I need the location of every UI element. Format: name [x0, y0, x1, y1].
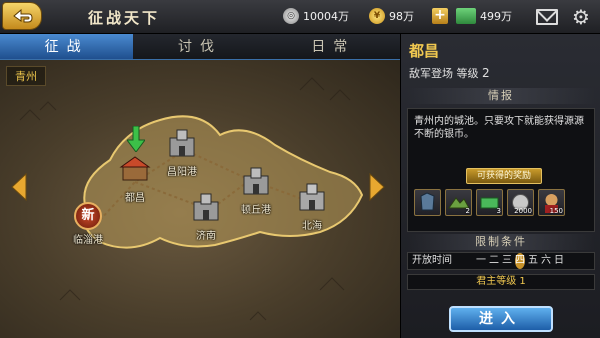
arrow-right-icon[interactable]	[368, 172, 386, 202]
new-badge: 新	[74, 202, 102, 230]
enter-button[interactable]: 进入	[449, 306, 553, 332]
silver-value: 10004万	[303, 10, 349, 23]
fort-icon	[169, 129, 195, 157]
cash-value: 499万	[480, 10, 512, 23]
day-sun: 日	[554, 255, 564, 266]
city-name: 昌阳港	[167, 167, 197, 178]
city-changyanggang[interactable]: 昌阳港	[152, 128, 212, 178]
info-text: 青州内的城池。只要攻下就能获得源源不断的银币。	[414, 116, 584, 140]
reward-label: 可获得的奖励	[466, 168, 542, 184]
reward-terrain[interactable]: 2	[445, 189, 472, 216]
info-header: 情报	[407, 88, 595, 104]
arrow-left-icon[interactable]	[10, 172, 28, 202]
day-fri: 五	[528, 255, 538, 266]
open-time-label: 开放时间	[412, 255, 452, 266]
reward-cash[interactable]: 3	[476, 189, 503, 216]
tab-bar: 征战 讨伐 日常	[0, 34, 400, 60]
city-beihai[interactable]: 北海	[282, 182, 342, 232]
page-title: 征战天下	[88, 9, 161, 27]
cash-counter: 499万	[456, 7, 512, 25]
world-map: 青州 都昌 昌阳港 顿丘港 济南 北海 新 临淄港	[0, 60, 400, 338]
day-mon: 一	[476, 255, 486, 266]
open-time-row: 开放时间 一 二 三 四 五 六 日	[407, 252, 595, 270]
current-position-arrow-icon	[127, 126, 145, 152]
camp-icon	[119, 156, 151, 181]
fort-icon	[193, 193, 219, 221]
reward-count: 2000	[514, 207, 532, 215]
back-button[interactable]	[2, 2, 42, 30]
plus-icon[interactable]: +	[432, 8, 448, 24]
tab-conquest[interactable]: 征战	[0, 34, 134, 59]
armor-icon	[420, 192, 435, 211]
city-info-panel: 都昌 敌军登场 等级 2 情报 青州内的城池。只要攻下就能获得源源不断的银币。 …	[400, 34, 600, 338]
gold-counter: ¥ 98万	[369, 7, 414, 25]
enemy-level-value: 2	[482, 66, 490, 80]
conditions-header: 限制条件	[407, 234, 595, 250]
city-name: 济南	[196, 231, 216, 242]
reward-list: 2 3 2000 150	[414, 189, 565, 216]
enemy-level: 敌军登场 等级 2	[409, 65, 490, 81]
city-linzigang[interactable]: 新 临淄港	[58, 202, 118, 246]
reward-silver[interactable]: 2000	[507, 189, 534, 216]
day-thu: 四	[515, 253, 525, 269]
cash-icon	[456, 8, 476, 24]
gold-coin-icon: ¥	[369, 8, 385, 24]
reward-count: 150	[549, 207, 563, 215]
gold-value: 98万	[389, 10, 414, 23]
city-name: 北海	[302, 221, 322, 232]
day-tue: 二	[489, 255, 499, 266]
info-box: 青州内的城池。只要攻下就能获得源源不断的银币。 可获得的奖励 2 3 2000 …	[407, 108, 595, 232]
selected-city-name: 都昌	[409, 42, 440, 60]
top-bar: 征战天下 ◎ 10004万 ¥ 98万 + 499万 ⚙	[0, 0, 600, 34]
silver-counter: ◎ 10004万	[283, 7, 349, 25]
day-sat: 六	[541, 255, 551, 266]
day-wed: 三	[502, 255, 512, 266]
reward-count: 3	[496, 207, 501, 215]
enemy-level-label: 敌军登场 等级	[409, 67, 479, 80]
gear-icon[interactable]: ⚙	[570, 6, 592, 28]
region-label: 青州	[6, 66, 46, 86]
mail-icon[interactable]	[536, 9, 558, 25]
lord-level-requirement: 君主等级 1	[407, 274, 595, 290]
reward-armor[interactable]	[414, 189, 441, 216]
tab-crusade[interactable]: 讨伐	[133, 34, 266, 59]
fort-icon	[299, 183, 325, 211]
reward-count: 2	[465, 207, 470, 215]
open-days: 一 二 三 四 五 六 日	[476, 253, 564, 269]
silver-coin-icon: ◎	[283, 8, 299, 24]
tab-daily[interactable]: 日常	[267, 34, 400, 59]
reward-general[interactable]: 150	[538, 189, 565, 216]
city-name: 临淄港	[73, 235, 103, 246]
city-jinan[interactable]: 济南	[176, 192, 236, 242]
back-arrow-icon	[13, 8, 33, 23]
fort-icon	[243, 167, 269, 195]
